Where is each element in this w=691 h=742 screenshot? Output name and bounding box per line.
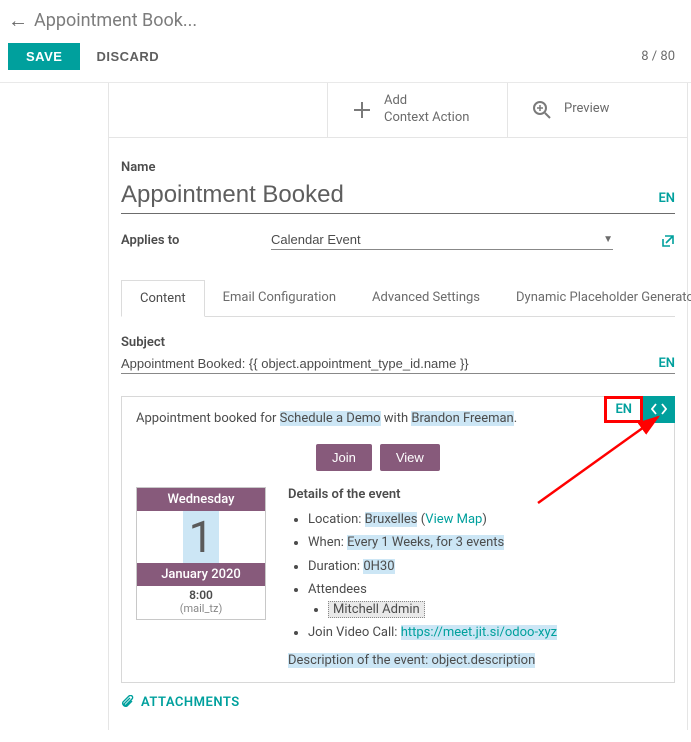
view-button[interactable]: View (380, 444, 440, 471)
name-lang-button[interactable]: EN (658, 191, 675, 206)
detail-location: Location: Bruxelles (View Map) (308, 510, 660, 530)
action-bar: SAVE DISCARD 8 / 80 (0, 37, 691, 82)
detail-duration: Duration: 0H30 (308, 557, 660, 577)
calendar-tz: (mail_tz) (137, 602, 265, 619)
detail-attendees: Attendees Mitchell Admin (308, 580, 660, 619)
preview-label: Preview (564, 101, 609, 118)
pager[interactable]: 8 / 80 (641, 49, 683, 64)
save-button[interactable]: SAVE (8, 43, 80, 70)
attachments-button[interactable]: ATTACHMENTS (121, 683, 675, 722)
calendar-time: 8:00 (137, 586, 265, 602)
subject-lang-button[interactable]: EN (658, 356, 675, 371)
attendee-chip: Mitchell Admin (328, 601, 425, 618)
subject-input[interactable] (121, 356, 658, 371)
tab-email-configuration[interactable]: Email Configuration (205, 280, 354, 316)
body-lang-button[interactable]: EN (604, 396, 643, 423)
add-context-action-button[interactable]: Add Context Action (327, 83, 507, 137)
external-link-icon[interactable] (661, 234, 675, 248)
body-intro: Appointment booked for Schedule a Demo w… (136, 409, 660, 430)
attachments-label: ATTACHMENTS (141, 695, 240, 710)
video-call-link[interactable]: https://meet.jit.si/odoo-xyz (401, 625, 557, 640)
magnify-plus-icon (532, 100, 552, 120)
dropdown-caret-icon[interactable]: ▼ (603, 234, 613, 245)
applies-to-label: Applies to (121, 233, 231, 248)
detail-video: Join Video Call: https://meet.jit.si/odo… (308, 623, 660, 643)
tab-advanced-settings[interactable]: Advanced Settings (354, 280, 498, 316)
add-context-line2: Context Action (384, 110, 469, 127)
tabs: Content Email Configuration Advanced Set… (121, 280, 675, 317)
stat-button-row: Add Context Action Preview (109, 83, 687, 138)
discard-button[interactable]: DISCARD (96, 49, 159, 64)
join-button[interactable]: Join (316, 444, 372, 471)
tab-content[interactable]: Content (121, 280, 205, 317)
plus-icon (352, 100, 372, 120)
body-editor[interactable]: EN Appointment booked for Schedule a Dem… (121, 396, 675, 683)
name-input[interactable] (121, 181, 658, 209)
form-sheet: Add Context Action Preview Name EN Appli… (108, 83, 688, 730)
calendar-widget: Wednesday 1 January 2020 8:00 (mail_tz) (136, 487, 266, 620)
back-arrow-icon[interactable]: ← (8, 8, 28, 33)
paperclip-icon (121, 695, 135, 709)
breadcrumb: ← Appointment Book... (0, 0, 691, 37)
calendar-month: January 2020 (137, 563, 265, 586)
add-context-line1: Add (384, 93, 469, 110)
preview-button[interactable]: Preview (507, 83, 687, 137)
detail-when: When: Every 1 Weeks, for 3 events (308, 533, 660, 553)
name-label: Name (121, 160, 675, 175)
view-map-link[interactable]: View Map (425, 512, 482, 527)
subject-label: Subject (121, 335, 675, 350)
applies-to-input[interactable] (271, 232, 597, 247)
details-heading: Details of the event (288, 487, 660, 502)
detail-description: Description of the event: object.descrip… (288, 653, 660, 668)
breadcrumb-title[interactable]: Appointment Book... (34, 10, 197, 31)
calendar-day: 1 (137, 511, 265, 563)
calendar-weekday: Wednesday (137, 488, 265, 511)
code-view-button[interactable] (643, 396, 675, 423)
tab-dynamic-placeholder[interactable]: Dynamic Placeholder Generator (498, 280, 691, 316)
